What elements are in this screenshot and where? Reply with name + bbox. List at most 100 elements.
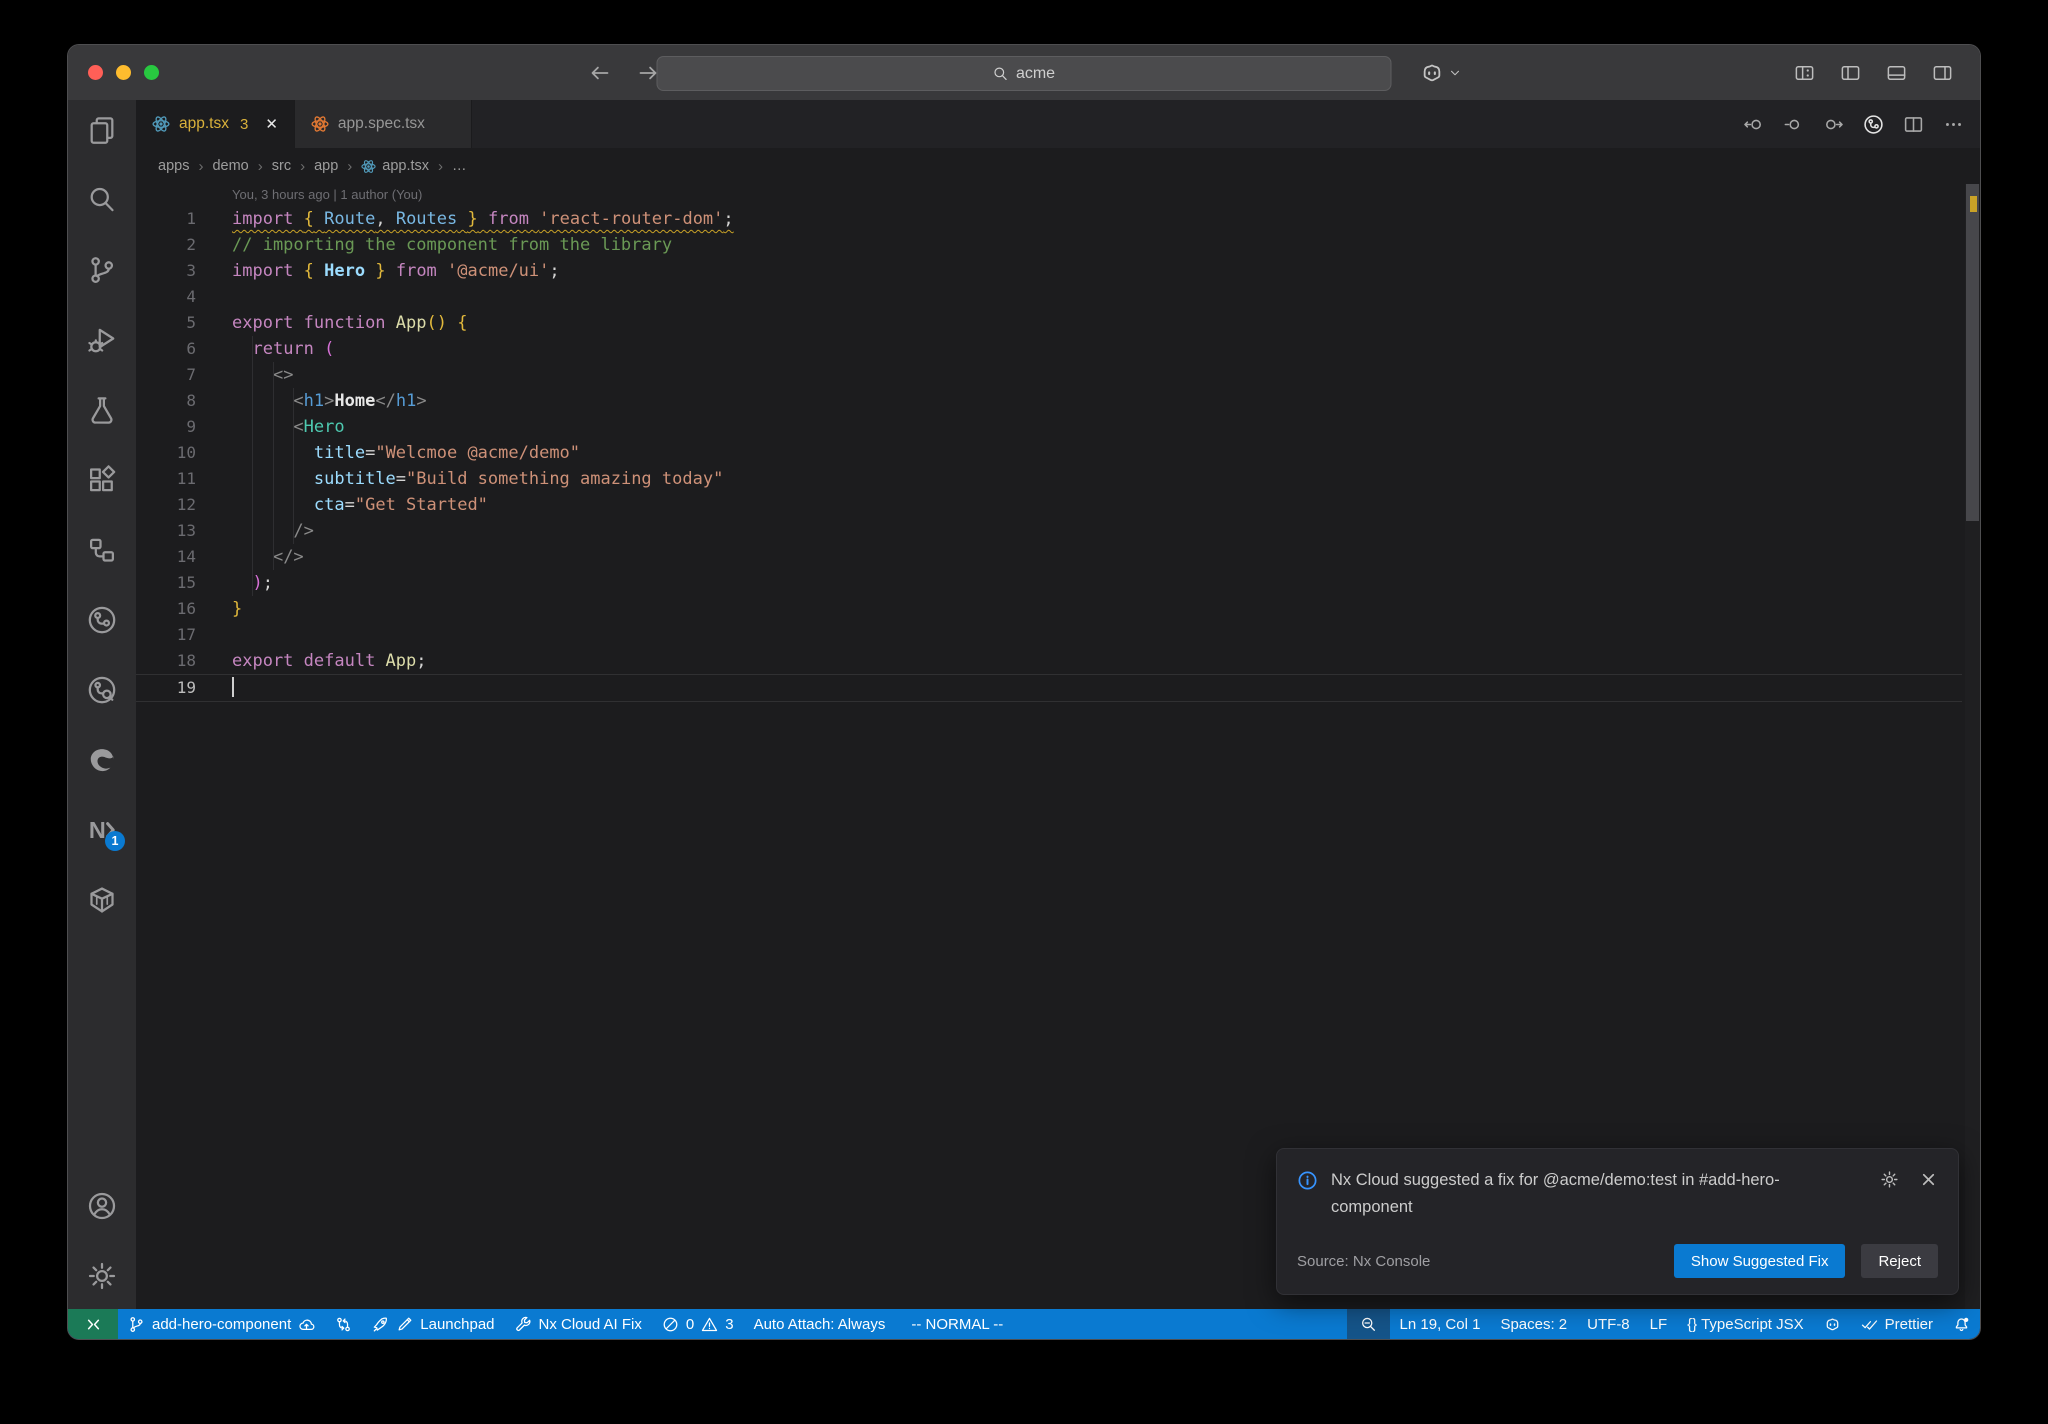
scrollbar-thumb[interactable] xyxy=(1966,184,1979,521)
notifications-bell[interactable] xyxy=(1943,1309,1980,1339)
breadcrumb-item-apps[interactable]: apps xyxy=(158,158,189,174)
tab-close-icon[interactable]: ✕ xyxy=(265,115,278,133)
history-back-icon[interactable] xyxy=(588,61,612,85)
code-line-7[interactable]: 7 <> xyxy=(136,362,1962,388)
command-center-search[interactable]: acme xyxy=(656,56,1392,91)
remote-indicator[interactable] xyxy=(68,1309,118,1339)
zoom-indicator[interactable] xyxy=(1346,1309,1390,1339)
containers-icon[interactable] xyxy=(86,885,118,915)
extensions-icon[interactable] xyxy=(86,465,118,495)
code-line-5[interactable]: 5 export function App() { xyxy=(136,310,1962,336)
commit-graph-icon[interactable] xyxy=(86,605,118,635)
accounts-icon[interactable] xyxy=(86,1191,118,1221)
notification-close-icon[interactable] xyxy=(1919,1170,1938,1189)
nx-graph-icon[interactable] xyxy=(1863,114,1884,135)
repo-inspect-icon[interactable] xyxy=(86,675,118,705)
previous-change-icon[interactable] xyxy=(1743,114,1764,135)
source-control-icon[interactable] xyxy=(86,255,118,285)
line-number[interactable]: 12 xyxy=(136,492,196,518)
auto-attach-status[interactable]: Auto Attach: Always xyxy=(744,1309,896,1339)
code-line-14[interactable]: 14 </> xyxy=(136,544,1962,570)
line-number[interactable]: 9 xyxy=(136,414,196,440)
reject-button[interactable]: Reject xyxy=(1861,1244,1938,1278)
toggle-secondary-sidebar-icon[interactable] xyxy=(1931,63,1954,83)
toggle-panel-icon[interactable] xyxy=(1885,63,1908,83)
split-editor-icon[interactable] xyxy=(1903,114,1924,135)
breadcrumb-item-app.tsx[interactable]: app.tsx xyxy=(361,158,429,174)
code-line-19[interactable]: 19 xyxy=(136,674,1962,702)
code-editor[interactable]: You, 3 hours ago | 1 author (You) 1 impor… xyxy=(136,184,1980,1309)
line-number[interactable]: 6 xyxy=(136,336,196,362)
line-number[interactable]: 1 xyxy=(136,206,196,232)
code-line-8[interactable]: 8 <h1>Home</h1> xyxy=(136,388,1962,414)
line-number[interactable]: 8 xyxy=(136,388,196,414)
nx-cloud-ai-fix-status[interactable]: Nx Cloud AI Fix xyxy=(505,1309,652,1339)
toggle-primary-sidebar-icon[interactable] xyxy=(1839,63,1862,83)
language-mode[interactable]: {} TypeScript JSX xyxy=(1677,1309,1813,1339)
revert-change-icon[interactable] xyxy=(1783,114,1804,135)
line-number[interactable]: 5 xyxy=(136,310,196,336)
tab-app.tsx[interactable]: app.tsx 3 ✕ xyxy=(136,100,295,148)
breadcrumb-item-demo[interactable]: demo xyxy=(212,158,248,174)
line-number[interactable]: 17 xyxy=(136,622,196,648)
code-line-15[interactable]: 15 ); xyxy=(136,570,1962,596)
tab-app.spec.tsx[interactable]: app.spec.tsx✕ xyxy=(294,100,472,148)
line-number[interactable]: 7 xyxy=(136,362,196,388)
vim-mode-status[interactable]: -- NORMAL -- xyxy=(895,1309,1019,1339)
code-line-13[interactable]: 13 /> xyxy=(136,518,1962,544)
copilot-menu[interactable] xyxy=(1420,45,1462,100)
problems-status[interactable]: 03 xyxy=(652,1309,744,1339)
breadcrumb-item-app[interactable]: app xyxy=(314,158,338,174)
line-number[interactable]: 2 xyxy=(136,232,196,258)
testing-icon[interactable] xyxy=(86,395,118,425)
nx-console-icon[interactable]: N1 xyxy=(86,815,125,851)
explorer-icon[interactable] xyxy=(86,115,118,145)
branch-status[interactable]: add-hero-component xyxy=(118,1309,325,1339)
code-line-4[interactable]: 4 xyxy=(136,284,1962,310)
git-compare-status[interactable] xyxy=(325,1309,362,1339)
editor-scrollbar[interactable] xyxy=(1965,184,1980,1309)
cursor-position[interactable]: Ln 19, Col 1 xyxy=(1390,1309,1491,1339)
notification-settings-gear-icon[interactable] xyxy=(1880,1170,1899,1189)
customize-layout-icon[interactable] xyxy=(1793,63,1816,83)
encoding-status[interactable]: UTF-8 xyxy=(1577,1309,1640,1339)
line-number[interactable]: 14 xyxy=(136,544,196,570)
eol-status[interactable]: LF xyxy=(1640,1309,1678,1339)
code-line-12[interactable]: 12 cta="Get Started" xyxy=(136,492,1962,518)
line-number[interactable]: 11 xyxy=(136,466,196,492)
launchpad-status[interactable]: Launchpad xyxy=(362,1309,504,1339)
zoom-window-button[interactable] xyxy=(144,65,159,80)
edge-browser-icon[interactable] xyxy=(86,745,118,775)
line-number[interactable]: 16 xyxy=(136,596,196,622)
minimize-window-button[interactable] xyxy=(116,65,131,80)
code-line-2[interactable]: 2 // importing the component from the lib… xyxy=(136,232,1962,258)
copilot-status[interactable] xyxy=(1814,1309,1851,1339)
breadcrumb-item-…[interactable]: … xyxy=(452,158,467,174)
indentation-status[interactable]: Spaces: 2 xyxy=(1490,1309,1577,1339)
breadcrumb-item-src[interactable]: src xyxy=(272,158,291,174)
code-line-3[interactable]: 3 import { Hero } from '@acme/ui'; xyxy=(136,258,1962,284)
next-change-icon[interactable] xyxy=(1823,114,1844,135)
line-number[interactable]: 10 xyxy=(136,440,196,466)
line-number[interactable]: 19 xyxy=(136,675,196,701)
line-number[interactable]: 13 xyxy=(136,518,196,544)
code-line-6[interactable]: 6 return ( xyxy=(136,336,1962,362)
line-number[interactable]: 18 xyxy=(136,648,196,674)
close-window-button[interactable] xyxy=(88,65,103,80)
run-debug-icon[interactable] xyxy=(86,325,118,355)
line-number[interactable]: 3 xyxy=(136,258,196,284)
code-line-16[interactable]: 16} xyxy=(136,596,1962,622)
code-line-17[interactable]: 17 xyxy=(136,622,1962,648)
code-line-1[interactable]: 1 import { Route, Routes } from 'react-ro… xyxy=(136,206,1962,232)
code-line-18[interactable]: 18 export default App; xyxy=(136,648,1962,674)
projects-icon[interactable] xyxy=(86,535,118,565)
search-icon[interactable] xyxy=(86,185,118,215)
code-line-11[interactable]: 11 subtitle="Build something amazing tod… xyxy=(136,466,1962,492)
line-number[interactable]: 4 xyxy=(136,284,196,310)
show-suggested-fix-button[interactable]: Show Suggested Fix xyxy=(1673,1244,1846,1278)
settings-gear-icon[interactable] xyxy=(86,1261,118,1291)
code-line-10[interactable]: 10 title="Welcmoe @acme/demo" xyxy=(136,440,1962,466)
line-number[interactable]: 15 xyxy=(136,570,196,596)
code-line-9[interactable]: 9 <Hero xyxy=(136,414,1962,440)
more-actions-icon[interactable] xyxy=(1943,114,1964,135)
